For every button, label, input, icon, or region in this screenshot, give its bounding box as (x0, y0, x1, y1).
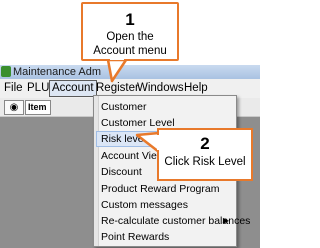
item-button[interactable]: Item (25, 100, 51, 115)
menu-item-customer[interactable]: Customer (96, 99, 234, 115)
menu-item-label: Risk level (101, 133, 146, 145)
menu-register[interactable]: Register (94, 81, 141, 96)
submenu-arrow-icon: ▶ (222, 216, 229, 225)
callout-1-number: 1 (125, 10, 135, 29)
menu-item-product-reward-program[interactable]: Product Reward Program (96, 181, 234, 197)
menu-windows[interactable]: Windows (135, 81, 186, 96)
callout-2-line-1: Click Risk Level (164, 156, 246, 168)
menu-item-label: Point Rewards (101, 231, 170, 243)
menu-item-point-rewards[interactable]: Point Rewards (96, 229, 234, 245)
menu-item-custom-messages[interactable]: Custom messages (96, 197, 234, 213)
menu-account[interactable]: Account (49, 80, 97, 97)
callout-2-number: 2 (200, 134, 210, 153)
menu-help[interactable]: Help (182, 81, 210, 96)
callout-1-line-1: Open the (106, 31, 154, 43)
title-bar: Maintenance Adm (0, 65, 260, 79)
menu-item-label: Discount (101, 166, 142, 178)
menu-item-label: Account View (101, 150, 165, 162)
menu-file[interactable]: File (2, 81, 25, 96)
eye-icon[interactable]: ◉ (4, 100, 24, 115)
menu-item-label: Product Reward Program (101, 183, 220, 195)
callout-1-line-2: Account menu (93, 45, 167, 57)
menu-item-label: Customer (101, 101, 147, 113)
callout-step-2: 2 Click Risk Level (157, 128, 253, 181)
window-title: Maintenance Adm (13, 66, 102, 78)
callout-step-1: 1 Open the Account menu (81, 2, 179, 61)
app-icon (1, 66, 11, 77)
menu-item-recalculate-balances[interactable]: Re-calculate customer balances ▶ (96, 213, 250, 229)
menu-plu[interactable]: PLU (25, 81, 51, 96)
menu-item-label: Custom messages (101, 199, 188, 211)
